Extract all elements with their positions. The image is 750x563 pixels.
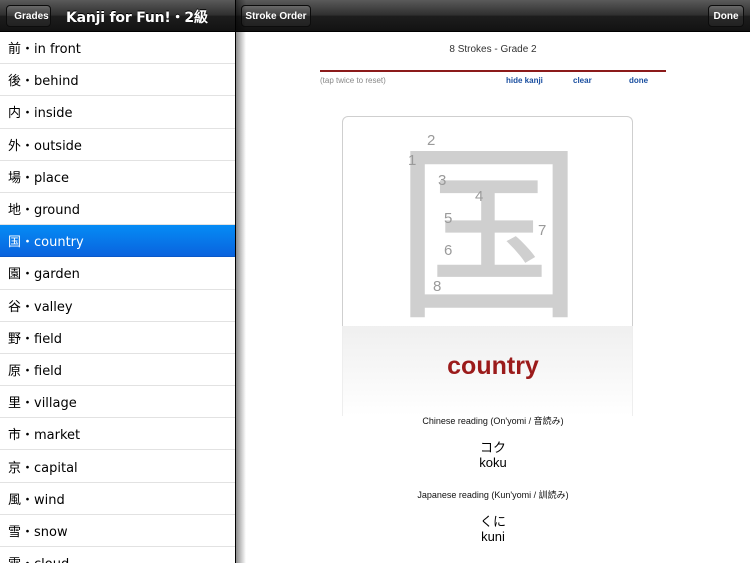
kanji-list-item-label: 国・country <box>8 235 84 251</box>
kanji-meaning: country <box>447 352 539 380</box>
kanji-list-item[interactable]: 後・behind <box>0 64 235 97</box>
kanji-list-item[interactable]: 内・inside <box>0 96 235 129</box>
stroke-number: 5 <box>444 210 452 227</box>
kanji-list-item[interactable]: 風・wind <box>0 482 235 515</box>
kanji-list-item-label: 外・outside <box>8 138 82 154</box>
kanji-list-item-label: 内・inside <box>8 106 73 122</box>
divider-rule <box>320 70 666 72</box>
kanji-list-item[interactable]: 園・garden <box>0 257 235 290</box>
done-button[interactable]: Done <box>708 5 744 27</box>
kanji-list-item-label: 地・ground <box>8 203 80 219</box>
kanji-drawing: 国 1 2 3 4 5 6 7 8 <box>394 126 584 326</box>
kanji-list-item[interactable]: 場・place <box>0 160 235 193</box>
clear-link[interactable]: clear <box>573 76 592 85</box>
onyomi-romaji: koku <box>479 455 507 470</box>
kunyomi-kana: くに <box>479 515 506 530</box>
hide-kanji-link[interactable]: hide kanji <box>506 76 543 85</box>
kanji-list: 前・in front 後・behind 内・inside 外・outside 場・pla… <box>0 32 235 563</box>
kanji-list-item-label: 前・in front <box>8 42 81 58</box>
stroke-order-canvas[interactable]: 国 1 2 3 4 5 6 7 8 <box>342 116 633 326</box>
stroke-number: 7 <box>538 222 546 239</box>
kanji-list-item-label: 野・field <box>8 331 63 347</box>
master-nav-bar: Grades Kanji for Fun!・2級 <box>0 0 235 32</box>
stroke-number: 1 <box>408 152 416 169</box>
pane-shadow <box>236 0 246 563</box>
kanji-list-item[interactable]: 雲・cloud <box>0 547 235 563</box>
kanji-list-item-label: 場・place <box>8 170 69 186</box>
kanji-list-item-label: 雲・cloud <box>8 553 69 563</box>
kanji-list-item[interactable]: 野・field <box>0 321 235 354</box>
stroke-number: 2 <box>427 132 435 149</box>
kanji-list-item-label: 里・village <box>8 396 77 412</box>
kanji-list-item-label: 園・garden <box>8 267 80 283</box>
kanji-list-item-label: 後・behind <box>8 74 79 90</box>
kanji-list-item[interactable]: 京・capital <box>0 450 235 483</box>
kanji-list-item-label: 京・capital <box>8 460 78 476</box>
kanji-list-item-label: 雪・snow <box>8 524 68 540</box>
reset-hint: (tap twice to reset) <box>320 76 386 85</box>
kanji-list-item[interactable]: 雪・snow <box>0 514 235 547</box>
kanji-list-item[interactable]: 谷・valley <box>0 289 235 322</box>
stroke-count-info: 8 Strokes - Grade 2 <box>449 44 537 55</box>
kunyomi-label: Japanese reading (Kun'yomi / 訓読み) <box>417 490 569 500</box>
onyomi-kana: コク <box>479 441 506 456</box>
stroke-number: 6 <box>444 242 452 259</box>
kanji-list-item[interactable]: 里・village <box>0 386 235 419</box>
kanji-list-item[interactable]: 外・outside <box>0 128 235 161</box>
kanji-detail-pane: Stroke Order Done 8 Strokes - Grade 2 (t… <box>236 0 750 563</box>
kanji-list-pane: Grades Kanji for Fun!・2級 前・in front 後・beh… <box>0 0 235 563</box>
grades-back-button[interactable]: Grades <box>6 5 51 27</box>
kanji-list-item[interactable]: 市・market <box>0 418 235 451</box>
kanji-list-item-label: 風・wind <box>8 492 65 508</box>
kanji-list-item[interactable]: 原・field <box>0 353 235 387</box>
stroke-number: 8 <box>433 278 441 295</box>
kunyomi-romaji: kuni <box>481 529 505 544</box>
stroke-number: 4 <box>475 188 483 205</box>
kanji-list-item[interactable]: 国・country <box>0 225 235 258</box>
kanji-list-item[interactable]: 地・ground <box>0 192 235 226</box>
stroke-order-button[interactable]: Stroke Order <box>241 5 311 27</box>
kanji-list-item-label: 市・market <box>8 428 81 444</box>
stroke-number: 3 <box>438 172 446 189</box>
detail-nav-bar: Stroke Order Done <box>236 0 750 32</box>
kanji-list-item[interactable]: 前・in front <box>0 32 235 65</box>
onyomi-label: Chinese reading (On'yomi / 音読み) <box>422 416 564 426</box>
kanji-list-item-label: 原・field <box>8 363 63 379</box>
master-title: Kanji for Fun!・2級 <box>66 10 208 26</box>
done-link[interactable]: done <box>629 76 648 85</box>
kanji-glyph: 国 <box>394 126 584 326</box>
kanji-list-item-label: 谷・valley <box>8 299 73 315</box>
